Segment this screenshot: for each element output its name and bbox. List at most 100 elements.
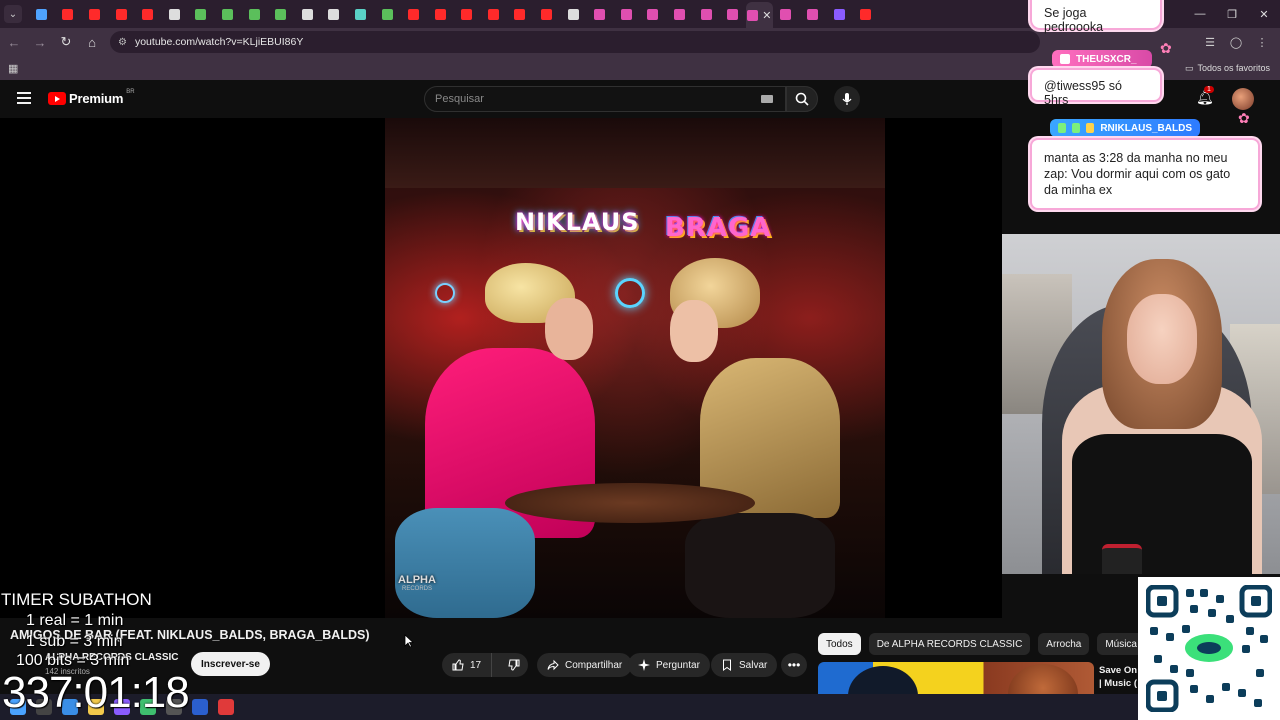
browser-tab[interactable]	[480, 2, 507, 26]
tab-favicon-icon	[408, 8, 420, 20]
flower-icon: ✿	[1160, 40, 1172, 56]
tab-favicon-icon	[221, 8, 233, 20]
browser-tab[interactable]	[799, 2, 826, 26]
browser-tab[interactable]	[719, 2, 746, 26]
browser-tab[interactable]	[294, 2, 321, 26]
save-button[interactable]: Salvar	[711, 653, 778, 677]
subscribe-button[interactable]: Inscrever-se	[191, 652, 270, 676]
microphone-prop	[1102, 544, 1142, 574]
browser-tab[interactable]	[28, 2, 55, 26]
share-button[interactable]: Compartilhar	[537, 653, 633, 677]
browser-tab[interactable]	[55, 2, 82, 26]
ask-button[interactable]: Perguntar	[628, 653, 710, 677]
tab-favicon-icon	[115, 8, 127, 20]
bookmark-icon	[723, 659, 731, 671]
browser-tab[interactable]	[454, 2, 481, 26]
thumbs-down-icon	[508, 659, 520, 671]
close-window-icon[interactable]: ✕	[1248, 0, 1280, 28]
subathon-title: TIMER SUBATHON	[1, 590, 152, 609]
tab-favicon-icon	[461, 8, 473, 20]
browser-tab[interactable]	[693, 2, 720, 26]
browser-tab[interactable]	[560, 2, 587, 26]
word-icon[interactable]	[192, 699, 208, 715]
chrome-icon[interactable]	[218, 699, 234, 715]
url-input[interactable]: ⚙ youtube.com/watch?v=KLjiEBUI86Y	[110, 31, 1040, 53]
like-dislike-group: 17	[442, 653, 528, 677]
browser-tab[interactable]	[400, 2, 427, 26]
hamburger-menu-icon[interactable]	[17, 92, 31, 104]
browser-tab[interactable]	[427, 2, 454, 26]
mouse-cursor-icon	[404, 634, 414, 648]
save-label: Salvar	[739, 659, 768, 671]
recommended-video-thumbnail[interactable]	[818, 662, 1094, 696]
keyboard-icon[interactable]	[761, 95, 773, 103]
browser-tab[interactable]	[533, 2, 560, 26]
chat-user-2-name: THEUSXCR_	[1076, 53, 1137, 65]
browser-tab[interactable]	[134, 2, 161, 26]
browser-tab[interactable]	[241, 2, 268, 26]
tab-favicon-icon	[88, 8, 100, 20]
browser-tab[interactable]: ✕	[746, 2, 773, 28]
video-thumbnail[interactable]: NIKLAUS BRAGA ALPHA RECORDS	[385, 118, 885, 618]
search-icon	[795, 92, 809, 106]
chip-arrocha[interactable]: Arrocha	[1038, 633, 1090, 655]
browser-tab[interactable]	[267, 2, 294, 26]
tab-search-button[interactable]: ⌄	[4, 5, 22, 23]
forward-icon[interactable]: →	[28, 30, 52, 54]
browser-tab[interactable]	[347, 2, 374, 26]
browser-tab[interactable]	[826, 2, 853, 26]
browser-tab[interactable]	[586, 2, 613, 26]
chip-channel[interactable]: De ALPHA RECORDS CLASSIC	[868, 633, 1031, 655]
profile-icon[interactable]: ◯	[1226, 32, 1246, 52]
apps-grid-icon[interactable]: ▦	[8, 62, 18, 75]
youtube-logo[interactable]: Premium BR	[48, 89, 135, 106]
browser-tab[interactable]	[507, 2, 534, 26]
browser-tab[interactable]	[188, 2, 215, 26]
browser-tab[interactable]	[321, 2, 348, 26]
tab-favicon-icon	[381, 8, 393, 20]
voice-search-button[interactable]	[834, 86, 860, 112]
browser-tab[interactable]	[81, 2, 108, 26]
tab-favicon-icon	[62, 8, 74, 20]
back-icon[interactable]: ←	[2, 30, 26, 54]
site-info-icon[interactable]: ⚙	[118, 37, 127, 48]
browser-tab[interactable]	[666, 2, 693, 26]
chip-all[interactable]: Todos	[818, 633, 861, 655]
chat-message-3: manta as 3:28 da manha no meu zap: Vou d…	[1030, 138, 1260, 210]
recommendation-chips: Todos De ALPHA RECORDS CLASSIC Arrocha M…	[818, 633, 1172, 655]
all-favorites-button[interactable]: ▭ Todos os favoritos	[1185, 63, 1270, 74]
like-count: 17	[470, 659, 482, 671]
browser-tab[interactable]	[374, 2, 401, 26]
subathon-timer: 337:01:18	[2, 668, 190, 717]
browser-tab[interactable]	[613, 2, 640, 26]
minimize-icon[interactable]: —	[1184, 0, 1216, 28]
reading-list-icon[interactable]: ☰	[1200, 32, 1220, 52]
tab-favicon-icon	[747, 9, 759, 21]
tab-favicon-icon	[647, 8, 659, 20]
browser-tab[interactable]	[852, 2, 879, 26]
search-button[interactable]	[786, 86, 818, 112]
badge-icon	[1086, 123, 1095, 133]
more-actions-icon[interactable]: •••	[781, 653, 807, 677]
chat-message-3-text: manta as 3:28 da manha no meu zap: Vou d…	[1044, 151, 1231, 197]
chat-message-2: @tiwess95 só 5hrs	[1030, 68, 1162, 107]
notifications-button[interactable]: 🔔︎ 1	[1196, 86, 1216, 109]
browser-tab[interactable]	[108, 2, 135, 26]
like-button[interactable]: 17	[442, 653, 493, 677]
tab-favicon-icon	[168, 8, 180, 20]
browser-tab[interactable]	[773, 2, 800, 26]
tab-favicon-icon	[700, 8, 712, 20]
dislike-button[interactable]	[498, 653, 530, 677]
search-input[interactable]: Pesquisar	[424, 86, 786, 112]
badge-icon	[1072, 123, 1081, 133]
browser-tab[interactable]	[161, 2, 188, 26]
browser-tab[interactable]	[214, 2, 241, 26]
account-avatar[interactable]	[1232, 88, 1254, 110]
close-tab-icon[interactable]: ✕	[762, 9, 771, 22]
reload-icon[interactable]: ↻	[54, 30, 78, 54]
maximize-icon[interactable]: ❐	[1216, 0, 1248, 28]
browser-tab[interactable]	[640, 2, 667, 26]
chat-user-2-tag: THEUSXCR_	[1052, 50, 1152, 68]
home-icon[interactable]: ⌂	[80, 30, 104, 54]
menu-icon[interactable]: ⋮	[1252, 32, 1272, 52]
